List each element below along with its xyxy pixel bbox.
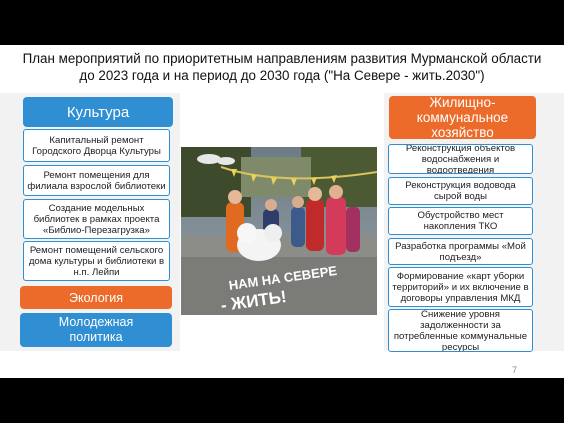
festival-photo: НАМ НА СЕВЕРЕ - ЖИТЬ!: [181, 147, 377, 315]
slide: План мероприятий по приоритетным направл…: [0, 45, 564, 378]
category-culture: Культура: [23, 97, 173, 127]
culture-item-3: Создание модельных библиотек в рамках пр…: [23, 199, 170, 239]
festival-photo-image: НАМ НА СЕВЕРЕ - ЖИТЬ!: [181, 147, 377, 315]
page-number: 7: [512, 365, 518, 375]
category-youth-label: Молодежная политика: [58, 315, 134, 344]
category-culture-label: Культура: [66, 103, 130, 121]
housing-item-6: Снижение уровня задолженности за потребл…: [388, 309, 533, 352]
housing-item-4: Разработка программы «Мой подъезд»: [388, 238, 533, 265]
housing-item-2: Реконструкция водовода сырой воды: [388, 177, 533, 205]
slide-title: План мероприятий по приоритетным направл…: [22, 51, 542, 83]
housing-item-5: Формирование «карт уборки территорий» и …: [388, 267, 533, 307]
culture-item-2: Ремонт помещения для филиала взрослой би…: [23, 165, 170, 196]
culture-item-1: Капитальный ремонт Городского Дворца Кул…: [23, 129, 170, 162]
category-housing-label: Жилищно-коммунальное хозяйство: [416, 95, 509, 140]
category-ecology-label: Экология: [69, 290, 123, 305]
housing-item-1: Реконструкция объектов водоснабжения и в…: [388, 144, 533, 174]
culture-item-4: Ремонт помещений сельского дома культуры…: [23, 241, 170, 281]
category-housing: Жилищно-коммунальное хозяйство: [389, 95, 536, 140]
category-youth: Молодежная политика: [20, 313, 172, 347]
category-ecology: Экология: [20, 286, 172, 309]
housing-item-3: Обустройство мест накопления ТКО: [388, 207, 533, 235]
